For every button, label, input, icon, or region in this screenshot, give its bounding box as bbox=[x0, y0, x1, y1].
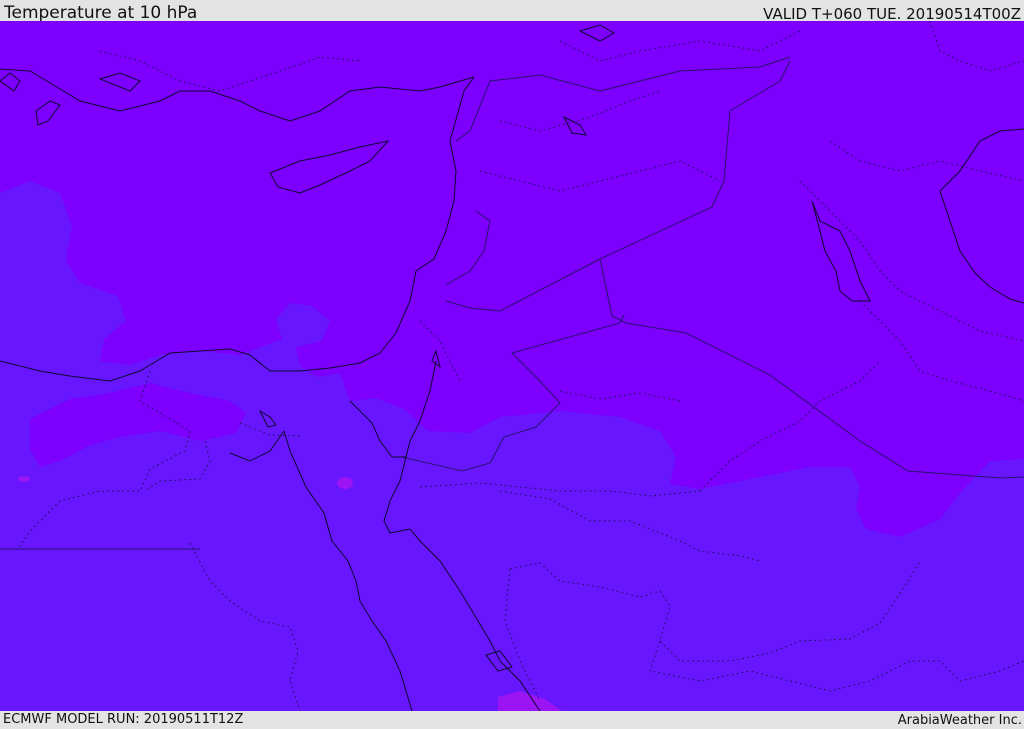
credit-label: ArabiaWeather Inc. bbox=[897, 713, 1022, 728]
header-bar: Temperature at 10 hPa VALID T+060 TUE. 2… bbox=[0, 0, 1024, 23]
map-canvas bbox=[0, 21, 1024, 711]
model-run-label: ECMWF MODEL RUN: 20190511T12Z bbox=[3, 712, 244, 727]
footer-bar: ECMWF MODEL RUN: 20190511T12Z ArabiaWeat… bbox=[0, 711, 1024, 729]
magenta-spot bbox=[337, 477, 353, 489]
temperature-map[interactable] bbox=[0, 21, 1024, 711]
map-title: Temperature at 10 hPa bbox=[4, 3, 198, 23]
magenta-spot bbox=[18, 476, 30, 482]
